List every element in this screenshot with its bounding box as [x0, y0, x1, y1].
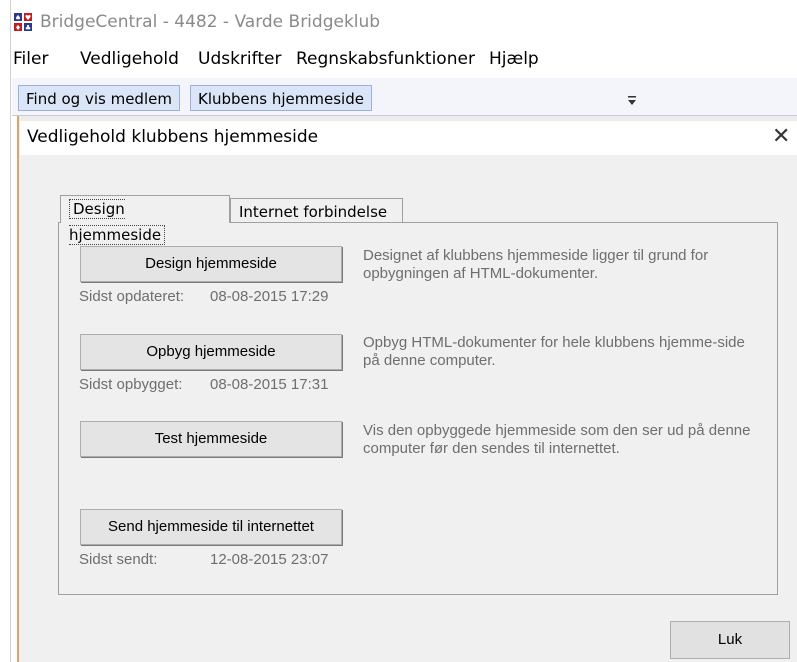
- svg-text:♦: ♦: [15, 24, 21, 31]
- website-maintenance-dialog: Vedligehold klubbens hjemmeside ✕ Design…: [20, 121, 797, 662]
- svg-text:♠: ♠: [15, 14, 21, 22]
- last-updated-value: 08-08-2015 17:29: [210, 288, 329, 305]
- tab-internet-label: Internet forbindelse: [239, 203, 388, 221]
- close-icon[interactable]: ✕: [772, 124, 790, 149]
- last-built-value: 08-08-2015 17:31: [210, 376, 329, 393]
- last-updated-label: Sidst opdateret:: [79, 288, 185, 305]
- build-website-button[interactable]: Opbyg hjemmeside: [80, 334, 342, 370]
- menu-regnskabsfunktioner[interactable]: Regnskabsfunktioner: [296, 49, 475, 69]
- doc-tab-find-medlem[interactable]: Find og vis medlem: [18, 85, 180, 111]
- tab-list-dropdown-icon[interactable]: [627, 94, 637, 106]
- window-frame-left: [0, 0, 11, 662]
- dialog-title: Vedligehold klubbens hjemmeside: [27, 127, 319, 147]
- doc-tab-klubbens-hjemmeside[interactable]: Klubbens hjemmeside: [190, 85, 372, 111]
- last-sent-label: Sidst sendt:: [79, 551, 158, 568]
- test-website-button[interactable]: Test hjemmeside: [80, 421, 342, 457]
- last-sent-value: 12-08-2015 23:07: [210, 551, 329, 568]
- menu-hjaelp[interactable]: Hjælp: [489, 49, 539, 69]
- send-website-button[interactable]: Send hjemmeside til internettet: [80, 509, 342, 545]
- menu-bar: Filer Vedligehold Udskrifter Regnskabsfu…: [12, 44, 797, 74]
- menu-vedligehold[interactable]: Vedligehold: [80, 49, 179, 69]
- design-website-button[interactable]: Design hjemmeside: [80, 246, 342, 282]
- tab-internet-forbindelse[interactable]: Internet forbindelse: [230, 198, 403, 223]
- tab-design-label: Design hjemmeside: [69, 199, 166, 245]
- dialog-title-bar: Vedligehold klubbens hjemmeside ✕: [20, 121, 797, 155]
- document-tab-strip: Find og vis medlem Klubbens hjemmeside: [12, 78, 797, 116]
- last-built-label: Sidst opbygget:: [79, 376, 183, 393]
- test-description: Vis den opbyggede hjemmeside som den ser…: [363, 422, 751, 457]
- build-description: Opbyg HTML-dokumenter for hele klubbens …: [363, 334, 745, 369]
- design-description: Designet af klubbens hjemmeside ligger t…: [363, 247, 709, 282]
- svg-text:♥: ♥: [25, 14, 31, 22]
- menu-filer[interactable]: Filer: [13, 49, 48, 69]
- mdi-left-edge: [12, 116, 19, 662]
- title-bar: ♠ ♥ ♦ ♣ BridgeCentral - 4482 - Varde Bri…: [12, 0, 797, 44]
- app-cards-icon: ♠ ♥ ♦ ♣: [14, 13, 32, 31]
- luk-button[interactable]: Luk: [670, 621, 790, 659]
- svg-text:♣: ♣: [25, 24, 31, 31]
- tab-design-hjemmeside[interactable]: Design hjemmeside: [60, 195, 230, 245]
- menu-udskrifter[interactable]: Udskrifter: [198, 49, 281, 69]
- window-title: BridgeCentral - 4482 - Varde Bridgeklub: [40, 12, 381, 32]
